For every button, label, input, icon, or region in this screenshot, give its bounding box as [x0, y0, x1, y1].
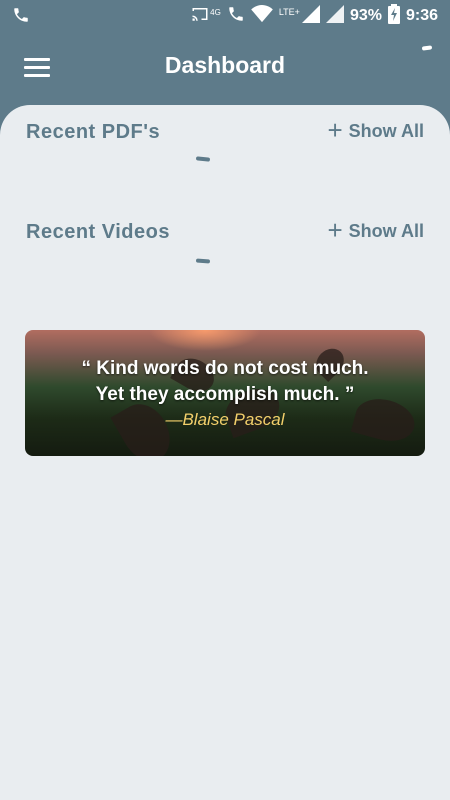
clock: 9:36 [405, 7, 438, 24]
loading-indicator [421, 45, 433, 51]
recent-videos-title: Recent Videos [26, 221, 170, 243]
signal-icon [325, 4, 344, 28]
quote-banner: “ Kind words do not cost much. Yet they … [25, 330, 425, 456]
volte-call-icon [227, 5, 245, 28]
recent-pdfs-section: Recent PDF's + Show All [26, 115, 424, 161]
battery-percent: 93% [349, 7, 382, 24]
page-title: Dashboard [164, 52, 286, 78]
phone-icon [12, 6, 30, 29]
pdfs-show-all-button[interactable]: + Show All [327, 115, 424, 145]
signal-icon [301, 4, 320, 28]
plus-icon: + [327, 115, 343, 145]
videos-show-all-button[interactable]: + Show All [327, 215, 424, 245]
cast-icon [190, 5, 210, 28]
status-bar: 4G LTE+ 93% 9:36 [0, 0, 450, 32]
quote-text: “ Kind words do not cost much. Yet they … [25, 356, 425, 408]
videos-loading-indicator [195, 258, 211, 264]
pdfs-show-all-label: Show All [348, 121, 424, 141]
app-bar: Dashboard [0, 32, 450, 106]
quote-author: —Blaise Pascal [165, 410, 285, 429]
battery-charging-icon [387, 3, 400, 29]
network-4g-label: 4G [210, 7, 221, 17]
wifi-icon [251, 4, 273, 28]
quote-line: Yet they accomplish much. ” [95, 384, 355, 405]
plus-icon: + [327, 215, 343, 245]
recent-videos-section: Recent Videos + Show All [26, 215, 424, 261]
videos-show-all-label: Show All [348, 221, 424, 241]
main-content: Recent PDF's + Show All Recent Videos + … [0, 105, 450, 800]
network-type-label: LTE+ [278, 7, 300, 17]
quote-line: “ Kind words do not cost much. [81, 358, 369, 379]
recent-pdfs-title: Recent PDF's [26, 121, 161, 143]
